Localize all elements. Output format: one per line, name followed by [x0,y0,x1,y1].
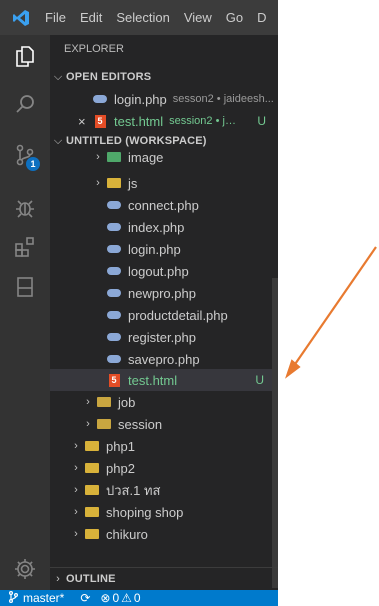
annotation-arrow [285,246,377,379]
